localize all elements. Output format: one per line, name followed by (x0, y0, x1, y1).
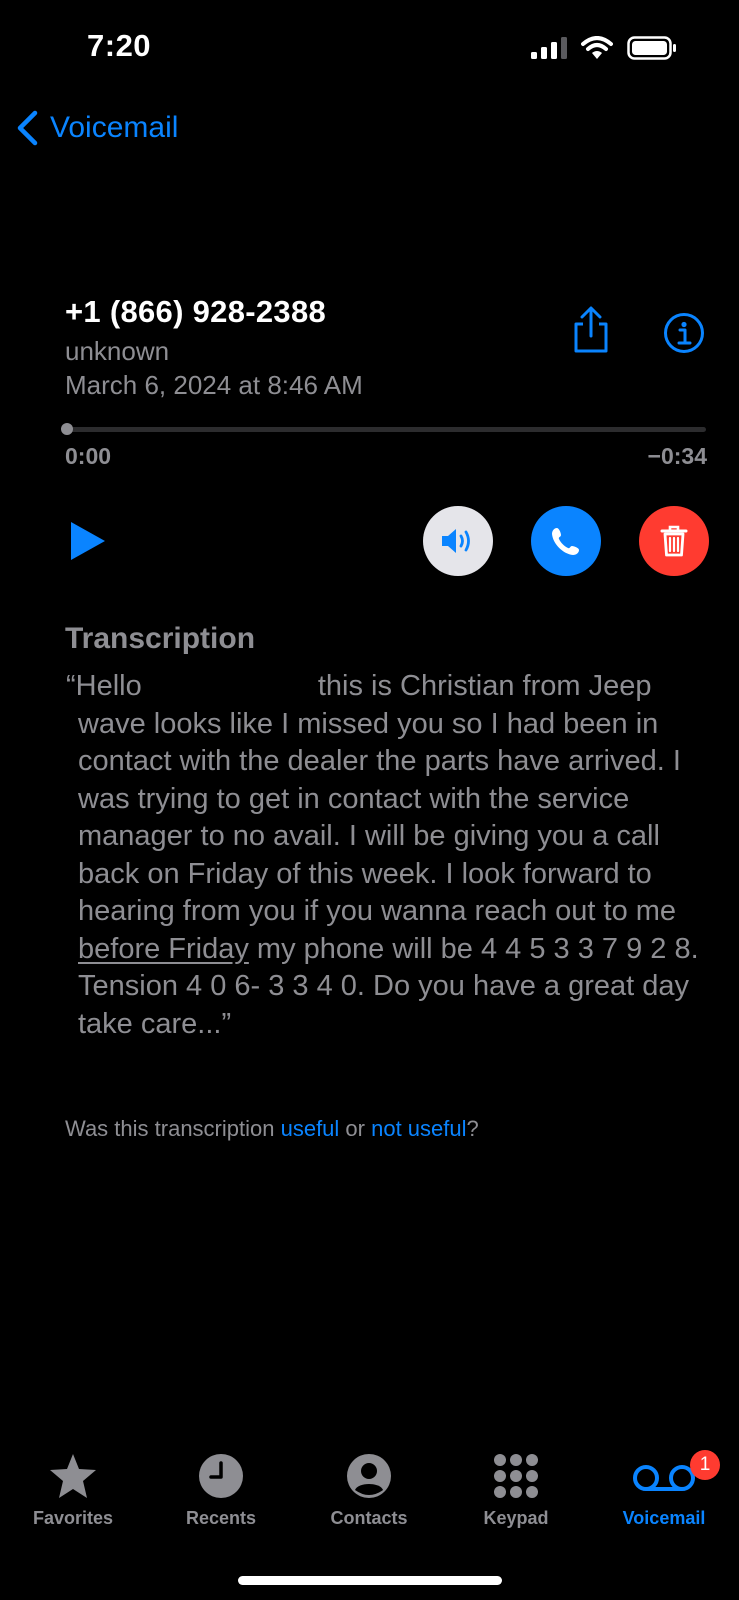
tab-label-recents: Recents (185, 1508, 257, 1528)
transcription-text-part1: “Hello (66, 670, 142, 702)
not-useful-link[interactable]: not useful (371, 1116, 466, 1141)
tab-label-contacts: Contacts (330, 1508, 408, 1528)
speaker-icon (442, 529, 470, 553)
transcription-feedback: Was this transcription useful or not use… (65, 1116, 479, 1142)
tab-favorites[interactable]: Favorites (18, 1452, 128, 1529)
voicemail-icon (633, 1465, 695, 1491)
playback-scrubber[interactable] (65, 427, 706, 432)
info-icon (664, 313, 704, 353)
star-icon (50, 1454, 96, 1498)
feedback-prefix: Was this transcription (65, 1116, 281, 1141)
share-button[interactable] (570, 306, 612, 359)
wifi-icon (581, 36, 613, 59)
home-indicator[interactable] (238, 1576, 502, 1585)
useful-link[interactable]: useful (281, 1116, 340, 1141)
transcription-text-part2: this is Christian from Jeep wave looks l… (78, 670, 681, 927)
clock-icon (199, 1454, 243, 1498)
redacted-name (150, 672, 310, 698)
scrubber-knob[interactable] (61, 423, 73, 435)
feedback-suffix: ? (466, 1116, 479, 1141)
cellular-signal-icon (531, 37, 567, 59)
tab-contacts[interactable]: Contacts (314, 1452, 424, 1529)
tab-label-keypad: Keypad (483, 1508, 549, 1528)
status-icons (531, 36, 677, 60)
elapsed-time: 0:00 (65, 443, 112, 469)
tab-recents[interactable]: Recents (166, 1452, 276, 1529)
remaining-time: −0:34 (647, 443, 707, 469)
status-time: 7:20 (87, 28, 152, 63)
back-label: Voicemail (50, 111, 179, 144)
call-back-button[interactable] (531, 506, 601, 576)
back-button[interactable]: Voicemail (16, 110, 178, 146)
date-detected-link[interactable]: before Friday (78, 933, 249, 965)
tab-label-favorites: Favorites (32, 1508, 114, 1528)
delete-button[interactable] (639, 506, 709, 576)
share-icon (574, 306, 608, 353)
tab-keypad[interactable]: Keypad (461, 1452, 571, 1529)
caller-phone-number: +1 (866) 928-2388 (65, 294, 327, 329)
speaker-button[interactable] (423, 506, 493, 576)
person-circle-icon (347, 1454, 391, 1498)
chevron-left-icon (17, 110, 38, 146)
transcription-heading: Transcription (65, 622, 256, 655)
voicemail-badge: 1 (690, 1450, 720, 1480)
trash-icon (660, 525, 688, 557)
feedback-or: or (339, 1116, 372, 1141)
play-icon (71, 522, 105, 560)
transcription-text: “Hello this is Christian from Jeep wave … (65, 668, 715, 1043)
tab-label-voicemail: Voicemail (622, 1508, 706, 1528)
info-button[interactable] (663, 312, 705, 359)
keypad-icon (494, 1454, 538, 1498)
voicemail-date: March 6, 2024 at 8:46 AM (65, 370, 363, 400)
battery-icon (627, 36, 676, 60)
caller-label: unknown (65, 336, 170, 366)
phone-icon (552, 528, 579, 555)
play-button[interactable] (69, 520, 107, 567)
